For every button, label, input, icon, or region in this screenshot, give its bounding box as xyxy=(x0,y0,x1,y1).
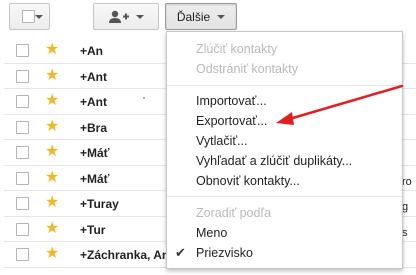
more-actions-button[interactable]: Ďalšie xyxy=(165,3,237,30)
menu-item-merge: Zlúčiť kontakty xyxy=(196,42,278,56)
contact-name[interactable]: +Máť xyxy=(80,172,170,186)
menu-item-sort-last[interactable]: Priezvisko xyxy=(196,246,253,260)
chevron-down-icon xyxy=(35,15,43,19)
row-checkbox[interactable] xyxy=(16,120,29,134)
star-icon[interactable]: ★ xyxy=(45,169,59,187)
contact-name[interactable]: +An xyxy=(80,44,170,58)
more-actions-label: Ďalšie xyxy=(176,9,211,24)
select-all-checkbox[interactable] xyxy=(22,10,35,23)
star-icon[interactable]: ★ xyxy=(45,143,59,161)
star-icon[interactable]: ★ xyxy=(45,220,59,238)
contact-name[interactable]: +Tur xyxy=(80,223,170,237)
menu-divider xyxy=(167,85,402,86)
menu-item-find-duplicates[interactable]: Vyhľadať a zlúčiť duplikáty... xyxy=(196,154,352,168)
row-checkbox[interactable] xyxy=(16,171,29,185)
row-checkbox[interactable] xyxy=(16,146,29,159)
row-checkbox[interactable] xyxy=(16,44,29,57)
row-checkbox[interactable] xyxy=(16,197,29,210)
contact-name[interactable]: +Záchranka, An xyxy=(80,248,170,262)
add-contact-button[interactable] xyxy=(93,3,159,30)
star-icon[interactable]: ★ xyxy=(45,41,59,59)
contact-name[interactable]: +Ant xyxy=(80,70,170,84)
contact-name[interactable]: +Ant xyxy=(80,95,170,109)
row-checkbox[interactable] xyxy=(16,69,29,83)
menu-divider xyxy=(167,196,402,197)
checkmark-icon: ✔ xyxy=(175,245,186,260)
star-icon[interactable]: ★ xyxy=(45,92,59,110)
select-all-button[interactable] xyxy=(9,3,50,30)
menu-item-delete: Odstrániť kontakty xyxy=(196,62,298,76)
menu-item-restore[interactable]: Obnoviť kontakty... xyxy=(196,174,300,188)
star-icon[interactable]: ★ xyxy=(45,194,59,212)
add-person-icon xyxy=(109,10,129,23)
contact-name[interactable]: +Máť xyxy=(80,146,170,160)
more-actions-menu: Zlúčiť kontakty Odstrániť kontakty Impor… xyxy=(166,31,403,269)
menu-item-print[interactable]: Vytlačiť... xyxy=(196,134,247,148)
row-checkbox[interactable] xyxy=(16,248,29,261)
chevron-down-icon xyxy=(217,14,226,19)
row-checkbox[interactable] xyxy=(16,95,29,108)
menu-sort-header: Zoradiť podľa xyxy=(196,206,272,220)
menu-item-sort-first[interactable]: Meno xyxy=(196,226,227,240)
star-icon[interactable]: ★ xyxy=(45,118,59,136)
artifact-dot xyxy=(143,97,145,99)
menu-item-export[interactable]: Exportovať... xyxy=(196,114,267,128)
star-icon[interactable]: ★ xyxy=(45,245,59,263)
star-icon[interactable]: ★ xyxy=(45,67,59,85)
row-extra-fragment: ro xyxy=(402,176,412,188)
menu-item-import[interactable]: Importovať... xyxy=(196,94,267,108)
row-checkbox[interactable] xyxy=(16,222,29,236)
contact-name[interactable]: +Turay xyxy=(80,197,170,211)
contact-name[interactable]: +Bra xyxy=(80,121,170,135)
chevron-down-icon xyxy=(136,14,144,19)
